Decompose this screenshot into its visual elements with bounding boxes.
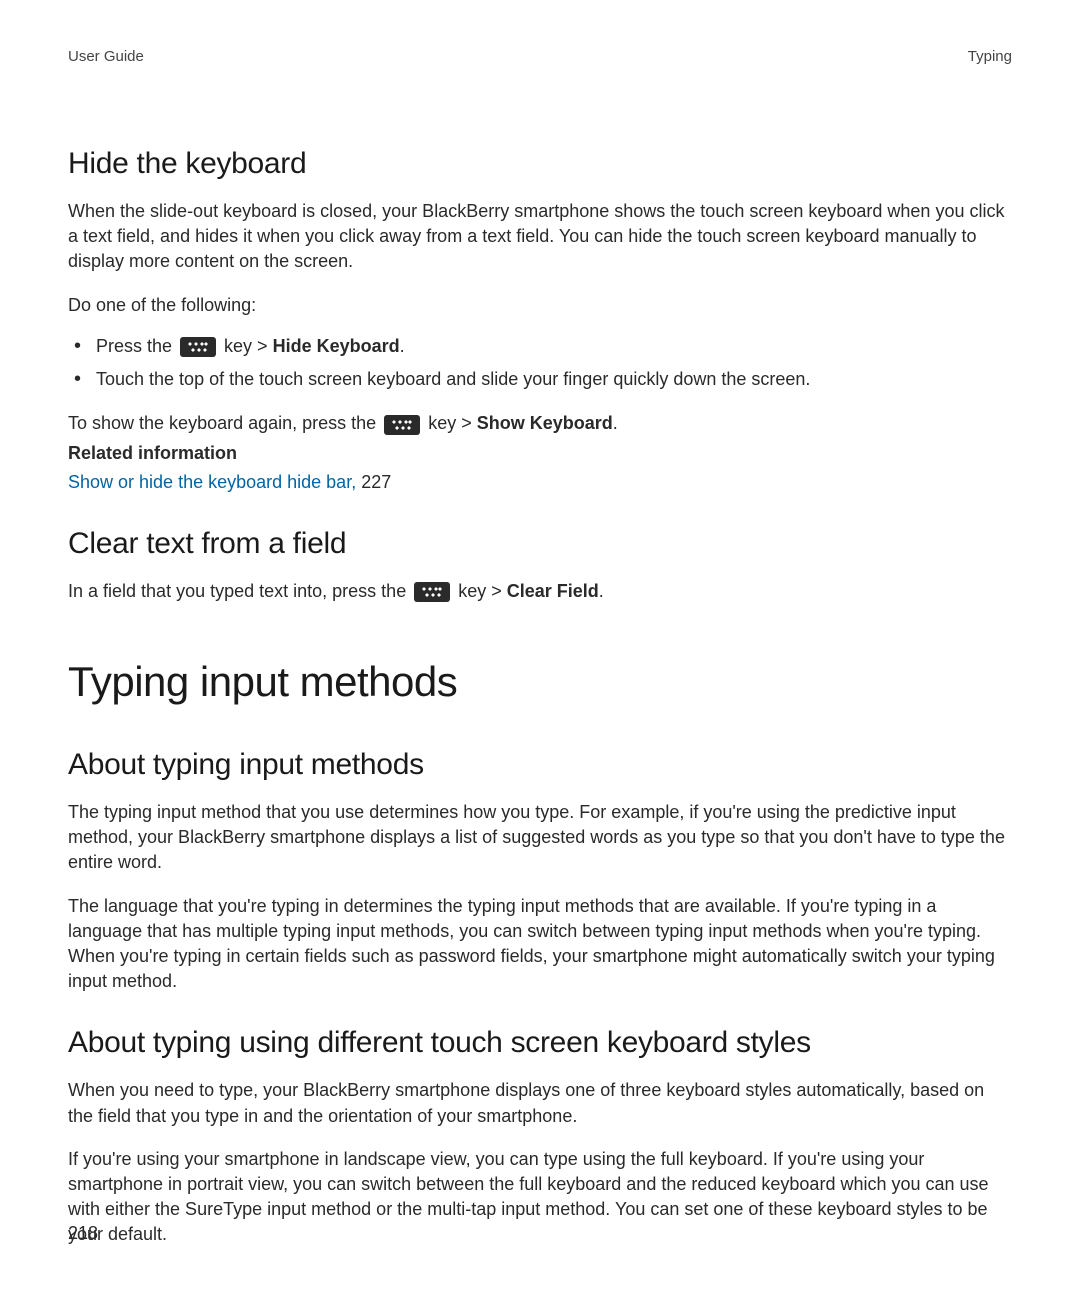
menu-key-icon: [180, 337, 216, 357]
section-keyboard-styles: About typing using different touch scree…: [68, 1026, 1012, 1247]
paragraph: When you need to type, your BlackBerry s…: [68, 1078, 1012, 1128]
heading-about-input: About typing input methods: [68, 748, 1012, 782]
related-information-label: Related information: [68, 441, 1012, 466]
paragraph: The language that you're typing in deter…: [68, 894, 1012, 995]
paragraph: If you're using your smartphone in lands…: [68, 1147, 1012, 1248]
section-about-input-methods: About typing input methods The typing in…: [68, 748, 1012, 994]
instruction-list: Press the key > Hide Keyboard. Touch the…: [68, 332, 1012, 394]
header-left: User Guide: [68, 48, 144, 65]
section-clear-text: Clear text from a field In a field that …: [68, 527, 1012, 604]
paragraph: When the slide-out keyboard is closed, y…: [68, 199, 1012, 275]
main-heading: Typing input methods: [68, 658, 1012, 706]
heading-clear-text: Clear text from a field: [68, 527, 1012, 561]
related-link[interactable]: Show or hide the keyboard hide bar,: [68, 472, 361, 492]
section-hide-keyboard: Hide the keyboard When the slide-out key…: [68, 147, 1012, 495]
related-link-line: Show or hide the keyboard hide bar, 227: [68, 470, 1012, 495]
paragraph: Do one of the following:: [68, 293, 1012, 318]
header-right: Typing: [968, 48, 1012, 65]
heading-hide-keyboard: Hide the keyboard: [68, 147, 1012, 181]
menu-key-icon: [384, 415, 420, 435]
list-item: Touch the top of the touch screen keyboa…: [92, 365, 1012, 394]
menu-key-icon: [414, 582, 450, 602]
page-header: User Guide Typing: [68, 48, 1012, 65]
paragraph: In a field that you typed text into, pre…: [68, 579, 1012, 604]
paragraph: The typing input method that you use det…: [68, 800, 1012, 876]
list-item: Press the key > Hide Keyboard.: [92, 332, 1012, 361]
heading-keyboard-styles: About typing using different touch scree…: [68, 1026, 1012, 1060]
paragraph: To show the keyboard again, press the ke…: [68, 411, 1012, 436]
page-number: 218: [68, 1223, 98, 1244]
